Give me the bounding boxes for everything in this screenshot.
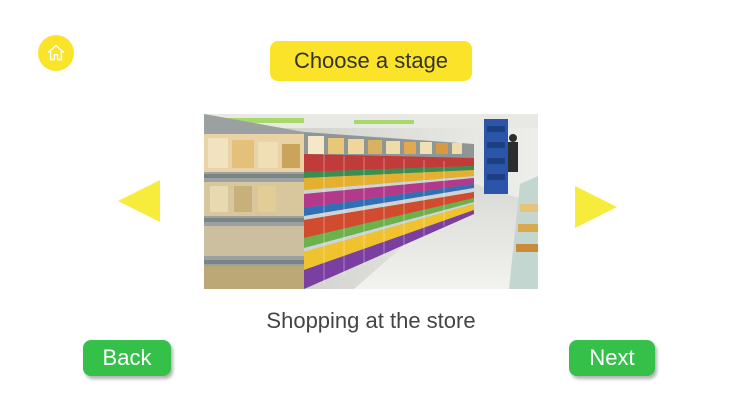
back-button[interactable]: Back [83,340,171,376]
next-button[interactable]: Next [569,340,655,376]
stage-caption: Shopping at the store [266,308,476,333]
page-title: Choose a stage [270,41,472,81]
home-button[interactable] [38,35,74,71]
stage-image-store[interactable] [204,114,538,289]
home-icon [47,44,65,61]
previous-stage-arrow[interactable] [118,180,160,222]
store-aisle-image [204,114,538,289]
next-stage-arrow[interactable] [575,186,617,228]
